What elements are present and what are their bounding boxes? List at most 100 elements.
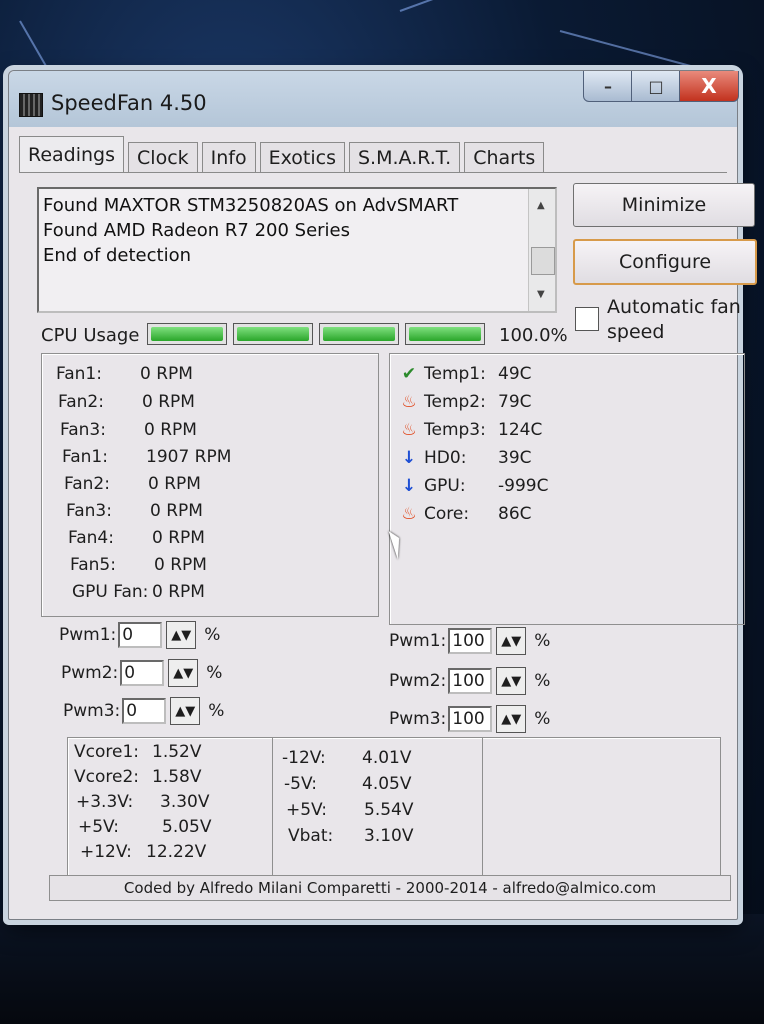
fan-value: 0 RPM	[140, 364, 193, 384]
fan-row: Fan5: 0 RPM	[70, 555, 207, 575]
pwm-input[interactable]: 100	[448, 628, 493, 654]
spin-arrows-icon[interactable]: ▲▼	[496, 627, 527, 655]
pwm-control-right: Pwm1: 100 ▲▼ %	[389, 627, 550, 655]
temp-name: Temp1:	[424, 364, 486, 384]
scroll-up-icon[interactable]: ▲	[537, 193, 545, 218]
pwm-label: Pwm1:	[389, 631, 447, 651]
window-maximize-button[interactable]: □	[631, 71, 681, 102]
voltage-row: +5V: 5.54V	[286, 800, 413, 820]
fan-row: Fan1: 0 RPM	[56, 364, 193, 384]
voltage-name: +3.3V:	[76, 792, 134, 812]
tab-readings[interactable]: Readings	[19, 136, 125, 173]
temp-row: ♨ Temp2: 79C	[398, 392, 531, 412]
pwm-unit: %	[208, 701, 225, 721]
fan-name: Fan1:	[62, 447, 108, 467]
window-close-button[interactable]: X	[679, 71, 739, 102]
scroll-thumb[interactable]	[531, 247, 555, 275]
log-line: End of detection	[43, 245, 192, 266]
pwm-input[interactable]: 0	[120, 660, 165, 686]
voltage-name: +5V:	[286, 800, 328, 820]
cpu-usage-segment	[233, 323, 313, 345]
down-arrow-icon: ↓	[401, 476, 417, 496]
cpu-usage-value: 100.0%	[499, 325, 568, 346]
spin-arrows-icon[interactable]: ▲▼	[170, 697, 201, 725]
pwm-input[interactable]: 100	[448, 668, 493, 694]
voltage-readings-panel: Vcore1: 1.52V Vcore2: 1.58V +3.3V: 3.30V +5…	[67, 737, 721, 887]
fan-row: Fan1: 1907 RPM	[62, 447, 231, 467]
voltage-name: +5V:	[78, 817, 120, 837]
temperature-readings-panel: ✔ Temp1: 49C ♨ Temp2: 79C ♨ Temp3: 124C ↓ HD0: 3…	[389, 353, 745, 625]
pwm-label: Pwm3:	[389, 709, 447, 729]
scroll-down-icon[interactable]: ▼	[537, 282, 545, 307]
voltage-row: +5V: 5.05V	[78, 817, 211, 837]
tab-clock[interactable]: Clock	[128, 142, 198, 173]
tab-smart[interactable]: S.M.A.R.T.	[349, 142, 461, 173]
pwm-label: Pwm3:	[63, 701, 121, 721]
cpu-usage-bar	[147, 323, 491, 345]
flame-icon: ♨	[401, 420, 417, 440]
pwm-label: Pwm2:	[61, 663, 119, 683]
voltage-value: 3.30V	[160, 792, 210, 812]
voltage-row: -5V: 4.05V	[284, 774, 411, 794]
configure-button[interactable]: Configure	[573, 239, 757, 285]
automatic-fan-speed-checkbox[interactable]	[575, 307, 599, 331]
fan-value: 0 RPM	[154, 555, 207, 575]
temp-name: Temp3:	[424, 420, 486, 440]
pwm-label: Pwm1:	[59, 625, 117, 645]
tab-exotics[interactable]: Exotics	[259, 142, 345, 173]
fan-name: Fan3:	[66, 501, 112, 521]
title-bar[interactable]: SpeedFan 4.50 – □ X	[9, 71, 739, 127]
pwm-unit: %	[534, 709, 551, 729]
fan-name: Fan2:	[64, 474, 110, 494]
fan-value: 0 RPM	[142, 392, 195, 412]
voltage-name: -12V:	[282, 748, 326, 768]
lightning-streak	[559, 30, 696, 69]
temp-name: Core:	[424, 504, 470, 524]
fan-value: 0 RPM	[144, 420, 197, 440]
spin-arrows-icon[interactable]: ▲▼	[496, 667, 527, 695]
temp-value: 124C	[498, 420, 543, 440]
voltage-value: 12.22V	[146, 842, 207, 862]
speedfan-window: SpeedFan 4.50 – □ X Readings Clock Info …	[8, 70, 757, 920]
temp-value: 39C	[498, 448, 532, 468]
tab-divider	[19, 172, 727, 173]
voltage-value: 5.54V	[364, 800, 414, 820]
pwm-control-left: Pwm2: 0 ▲▼ %	[61, 659, 222, 687]
pwm-input[interactable]: 0	[118, 622, 163, 648]
log-scrollbar[interactable]: ▲ ▼	[528, 189, 555, 311]
column-divider	[482, 738, 483, 886]
log-line: Found MAXTOR STM3250820AS on AdvSMART	[43, 195, 459, 216]
window-minimize-button[interactable]: –	[583, 71, 633, 102]
tab-charts[interactable]: Charts	[464, 142, 545, 173]
temp-name: GPU:	[424, 476, 466, 496]
speedfan-app-icon	[19, 93, 43, 117]
pwm-input[interactable]: 0	[122, 698, 167, 724]
spin-arrows-icon[interactable]: ▲▼	[496, 705, 527, 733]
voltage-value: 3.10V	[364, 826, 414, 846]
cpu-usage-segment	[405, 323, 485, 345]
temp-name: HD0:	[424, 448, 467, 468]
temp-value: 86C	[498, 504, 532, 524]
pwm-input[interactable]: 100	[448, 706, 493, 732]
temp-row: ↓ HD0: 39C	[398, 448, 532, 468]
spin-arrows-icon[interactable]: ▲▼	[166, 621, 197, 649]
minimize-button[interactable]: Minimize	[573, 183, 755, 227]
tab-info[interactable]: Info	[201, 142, 256, 173]
fan-name: Fan3:	[60, 420, 106, 440]
temp-name: Temp2:	[424, 392, 486, 412]
voltage-row: Vcore2: 1.58V	[74, 767, 201, 787]
pwm-control-right: Pwm3: 100 ▲▼ %	[389, 705, 550, 733]
voltage-value: 5.05V	[162, 817, 212, 837]
detection-log[interactable]: Found MAXTOR STM3250820AS on AdvSMART Fo…	[37, 187, 557, 313]
cpu-usage-segment	[147, 323, 227, 345]
fan-name: Fan2:	[58, 392, 104, 412]
voltage-name: Vcore1:	[74, 742, 139, 762]
voltage-row: +3.3V: 3.30V	[76, 792, 209, 812]
fan-row: Fan4: 0 RPM	[68, 528, 205, 548]
spin-arrows-icon[interactable]: ▲▼	[168, 659, 199, 687]
pwm-control-left: Pwm1: 0 ▲▼ %	[59, 621, 220, 649]
voltage-row: Vcore1: 1.52V	[74, 742, 201, 762]
fan-name: Fan1:	[56, 364, 102, 384]
automatic-fan-speed-label: Automatic fan speed	[607, 296, 741, 343]
voltage-name: Vbat:	[288, 826, 334, 846]
